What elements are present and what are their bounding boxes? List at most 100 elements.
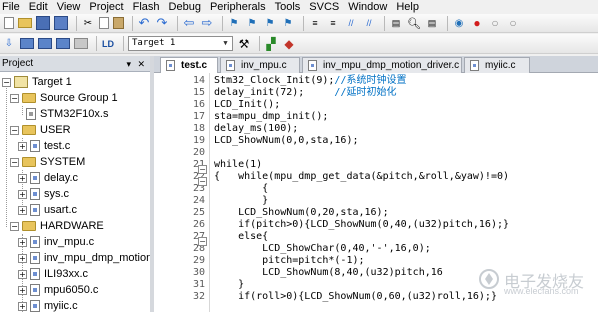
fold-collapse-icon[interactable]: − bbox=[198, 177, 207, 186]
menu-tools[interactable]: Tools bbox=[275, 0, 301, 14]
prev-bookmark-icon[interactable]: ⚑ bbox=[245, 16, 259, 30]
tree-file-delay-c[interactable]: + delay.c bbox=[18, 170, 78, 186]
tab-inv-mpu-c[interactable]: inv_mpu.c bbox=[220, 57, 300, 73]
collapse-icon[interactable]: − bbox=[10, 221, 19, 231]
manage-run-time-environment-icon[interactable]: ◆ bbox=[282, 37, 296, 51]
tree-file-stm32f10x-s[interactable]: STM32F10x.s bbox=[26, 106, 108, 122]
paste-icon[interactable] bbox=[113, 17, 124, 29]
tree-file-inv-mpu-dmp-motion[interactable]: + inv_mpu_dmp_motion bbox=[18, 250, 150, 266]
tree-group-hardware[interactable]: − HARDWARE bbox=[10, 218, 104, 234]
next-bookmark-icon[interactable]: ⚑ bbox=[263, 16, 277, 30]
stop-build-icon[interactable] bbox=[74, 38, 88, 49]
expand-icon[interactable]: + bbox=[18, 269, 27, 279]
breakpoint-icon[interactable]: ● bbox=[470, 16, 484, 30]
expand-icon[interactable]: + bbox=[18, 301, 27, 311]
cut-icon[interactable]: ✂ bbox=[81, 16, 95, 30]
code-line[interactable]: } bbox=[214, 279, 244, 291]
nav-forward-icon[interactable]: ⇨ bbox=[200, 15, 214, 30]
manage-project-items-icon[interactable]: ▞ bbox=[264, 37, 278, 51]
expand-icon[interactable]: + bbox=[18, 253, 27, 263]
copy-icon[interactable] bbox=[99, 17, 109, 29]
save-icon[interactable] bbox=[36, 16, 50, 30]
expand-icon[interactable]: + bbox=[18, 141, 27, 151]
menu-project[interactable]: Project bbox=[89, 0, 123, 14]
code-line[interactable]: { bbox=[214, 183, 268, 195]
save-all-icon[interactable] bbox=[54, 16, 68, 30]
menu-file[interactable]: File bbox=[2, 0, 20, 14]
undo-icon[interactable]: ↶ bbox=[137, 15, 151, 30]
collapse-icon[interactable]: − bbox=[10, 93, 19, 103]
expand-icon[interactable]: + bbox=[18, 173, 27, 183]
tab-test-c[interactable]: test.c bbox=[160, 57, 218, 74]
new-file-icon[interactable] bbox=[4, 17, 14, 29]
collapse-icon[interactable]: − bbox=[2, 77, 11, 87]
code-line[interactable]: { while(mpu_dmp_get_data(&pitch,&roll,&y… bbox=[214, 171, 509, 183]
tree-file-inv-mpu-c[interactable]: + inv_mpu.c bbox=[18, 234, 94, 250]
open-folder-icon[interactable] bbox=[18, 18, 32, 28]
code-line[interactable]: LCD_ShowNum(8,40,(u32)pitch,16 bbox=[214, 267, 449, 279]
debug-session-icon[interactable]: ◉ bbox=[452, 16, 466, 30]
uncomment-icon[interactable]: // bbox=[362, 16, 376, 30]
code-line[interactable]: } bbox=[214, 195, 268, 207]
code-line[interactable]: sta=mpu_dmp_init(); bbox=[214, 111, 328, 123]
code-line[interactable]: else{ bbox=[214, 231, 268, 243]
comment-icon[interactable]: // bbox=[344, 16, 358, 30]
code-line[interactable]: delay_ms(100); bbox=[214, 123, 298, 135]
menu-svcs[interactable]: SVCS bbox=[309, 0, 339, 14]
tree-group-system[interactable]: − SYSTEM bbox=[10, 154, 85, 170]
code-line[interactable]: Stm32_Clock_Init(9);//系统时钟设置 bbox=[214, 75, 406, 87]
kill-breakpoints-icon[interactable]: ○ bbox=[506, 16, 520, 30]
panel-pin-close-icons[interactable]: ▾ ✕ bbox=[126, 56, 147, 72]
tree-file-myiic-c[interactable]: + myiic.c bbox=[18, 298, 78, 312]
bookmark-icon[interactable]: ⚑ bbox=[227, 16, 241, 30]
fold-collapse-icon[interactable]: − bbox=[198, 237, 207, 246]
tree-root-target[interactable]: − Target 1 bbox=[2, 74, 72, 90]
tree-group-user[interactable]: − USER bbox=[10, 122, 71, 138]
collapse-icon[interactable]: − bbox=[10, 157, 19, 167]
build-icon[interactable] bbox=[20, 38, 34, 49]
rebuild-icon[interactable] bbox=[38, 38, 52, 49]
disable-breakpoint-icon[interactable]: ○ bbox=[488, 16, 502, 30]
code-line[interactable]: LCD_Init(); bbox=[214, 99, 280, 111]
clear-bookmarks-icon[interactable]: ⚑ bbox=[281, 16, 295, 30]
translate-icon[interactable]: ⇩ bbox=[2, 37, 16, 51]
unindent-icon[interactable]: ≡ bbox=[326, 16, 340, 30]
code-line[interactable]: LCD_ShowChar(0,40,'-',16,0); bbox=[214, 243, 431, 255]
code-line[interactable]: delay_init(72); //延时初始化 bbox=[214, 87, 396, 99]
expand-icon[interactable]: + bbox=[18, 285, 27, 295]
tree-file-ili93xx-c[interactable]: + ILI93xx.c bbox=[18, 266, 88, 282]
menu-debug[interactable]: Debug bbox=[169, 0, 201, 14]
menu-help[interactable]: Help bbox=[396, 0, 419, 14]
tab-inv-mpu-dmp-motion-driver-c[interactable]: inv_mpu_dmp_motion_driver.c bbox=[302, 57, 462, 73]
code-line[interactable]: if(pitch>0){LCD_ShowNum(0,40,(u32)pitch,… bbox=[214, 219, 509, 231]
code-line[interactable]: if(roll>0){LCD_ShowNum(0,60,(u32)roll,16… bbox=[214, 291, 497, 303]
menu-flash[interactable]: Flash bbox=[133, 0, 160, 14]
tree-file-test-c[interactable]: + test.c bbox=[18, 138, 70, 154]
target-options-icon[interactable]: ⚒ bbox=[237, 37, 251, 51]
code-line[interactable]: LCD_ShowNum(0,0,sta,16); bbox=[214, 135, 359, 147]
fold-collapse-icon[interactable]: − bbox=[198, 165, 207, 174]
expand-icon[interactable]: + bbox=[18, 205, 27, 215]
collapse-icon[interactable]: − bbox=[10, 125, 19, 135]
menu-peripherals[interactable]: Peripherals bbox=[210, 0, 266, 14]
redo-icon[interactable]: ↷ bbox=[155, 15, 169, 30]
tree-group-source-group-1[interactable]: − Source Group 1 bbox=[10, 90, 118, 106]
indent-icon[interactable]: ≡ bbox=[308, 16, 322, 30]
batch-build-icon[interactable] bbox=[56, 38, 70, 49]
nav-back-icon[interactable]: ⇦ bbox=[182, 15, 196, 30]
incremental-find-icon[interactable]: ▤ bbox=[425, 16, 439, 30]
find-icon[interactable]: 🔍︎ bbox=[407, 16, 421, 30]
download-icon[interactable]: LD bbox=[101, 37, 115, 51]
chevron-down-icon[interactable]: ▼ bbox=[220, 38, 231, 49]
expand-icon[interactable]: + bbox=[18, 189, 27, 199]
menu-window[interactable]: Window bbox=[348, 0, 387, 14]
code-line[interactable]: while(1) bbox=[214, 159, 262, 171]
menu-edit[interactable]: Edit bbox=[29, 0, 48, 14]
code-line[interactable]: LCD_ShowNum(0,20,sta,16); bbox=[214, 207, 389, 219]
tree-file-usart-c[interactable]: + usart.c bbox=[18, 202, 77, 218]
target-select[interactable]: Target 1 ▼ bbox=[128, 36, 233, 51]
expand-icon[interactable]: + bbox=[18, 237, 27, 247]
tab-myiic-c[interactable]: myiic.c bbox=[464, 57, 530, 73]
code-line[interactable]: pitch=pitch*(-1); bbox=[214, 255, 364, 267]
find-in-files-icon[interactable]: ▤ bbox=[389, 16, 403, 30]
